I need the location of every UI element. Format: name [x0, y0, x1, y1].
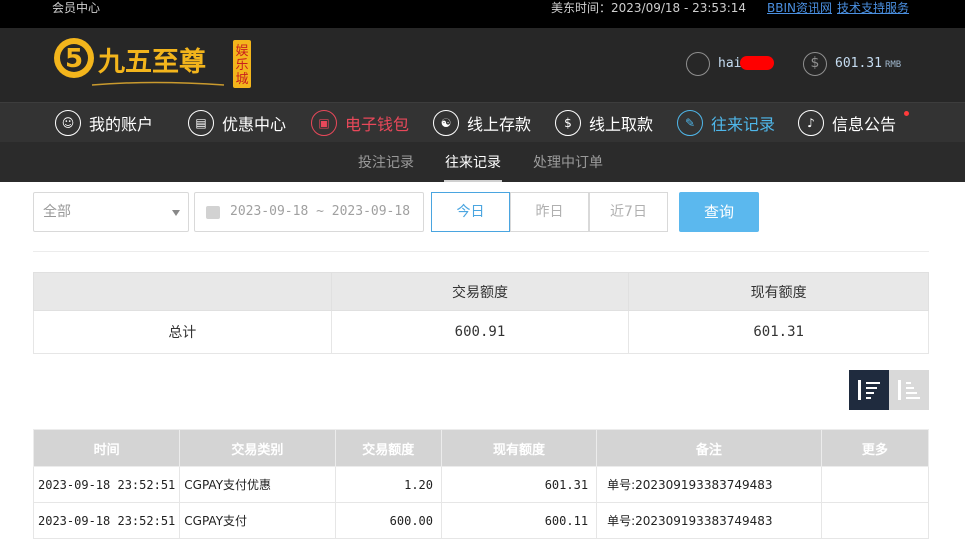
records-header-row: 时间 交易类别 交易额度 现有额度 备注 更多	[32, 429, 930, 467]
cell-balance: 600.11	[440, 502, 598, 539]
nav-promotions[interactable]: ▤ 优惠中心	[188, 103, 286, 143]
date-range-picker[interactable]: 2023-09-18 ~ 2023-09-18	[194, 192, 424, 232]
cell-type: CGPAY支付	[179, 502, 336, 539]
svg-text:城: 城	[235, 72, 248, 87]
cell-note: 单号:202309193383749483	[596, 502, 822, 539]
nav-transaction-records[interactable]: ✎ 往来记录	[677, 103, 775, 143]
cell-more[interactable]	[820, 502, 930, 539]
nav-my-account[interactable]: ☺ 我的账户	[55, 103, 153, 143]
summary-header: 现有额度	[628, 272, 929, 311]
table-row: 2023-09-18 23:52:51 CGPAY支付 600.00 600.1…	[32, 502, 930, 539]
svg-text:娱: 娱	[235, 44, 248, 59]
col-header-type: 交易类别	[179, 429, 336, 467]
username-redaction	[740, 56, 774, 70]
divider	[33, 251, 929, 252]
balance-amount: 601.31	[835, 56, 882, 71]
col-header-note: 备注	[596, 429, 822, 467]
summary-table: 交易额度 现有额度 总计 600.91 601.31	[33, 272, 929, 354]
summary-header-row: 交易额度 现有额度	[33, 272, 929, 311]
main-nav: ☺ 我的账户 ▤ 优惠中心 ▣ 电子钱包 ☯ 线上存款 $ 线上取款 ✎ 往来记…	[0, 102, 965, 142]
col-header-more: 更多	[820, 429, 930, 467]
notification-dot	[904, 111, 909, 116]
tab-bet-records[interactable]: 投注记录	[358, 152, 414, 172]
cell-amount: 600.00	[334, 502, 442, 539]
deposit-icon: ☯	[433, 110, 459, 136]
dollar-icon: $	[803, 52, 827, 76]
eastern-time: 美东时间：2023/09/18 - 23:53:14	[551, 1, 747, 15]
nav-online-withdraw[interactable]: $ 线上取款	[555, 103, 653, 143]
tab-pending-orders[interactable]: 处理中订单	[533, 152, 603, 172]
svg-text:5: 5	[65, 44, 83, 74]
nav-label: 优惠中心	[222, 115, 287, 134]
bbin-info-link[interactable]: BBIN资讯网	[767, 0, 832, 16]
nav-label: 往来记录	[711, 115, 776, 134]
summary-total-label: 总计	[33, 310, 332, 354]
tech-support-link[interactable]: 技术支持服务	[837, 0, 909, 16]
quick-last7-button[interactable]: 近7日	[589, 192, 668, 232]
user-icon	[686, 52, 710, 76]
date-end: 2023-09-18	[331, 204, 411, 219]
brand-logo[interactable]: 5 九五至尊 娱 乐 城	[52, 36, 252, 92]
type-select-value: 全部	[43, 204, 71, 220]
table-row: 2023-09-18 23:52:51 CGPAY支付优惠 1.20 601.3…	[32, 466, 930, 503]
summary-row: 总计 600.91 601.31	[33, 310, 929, 354]
balance-unit: RMB	[884, 60, 902, 70]
member-center-label: 会员中心	[52, 1, 101, 15]
top-bar: 会员中心 美东时间：2023/09/18 - 23:53:14 BBIN资讯网 …	[0, 0, 965, 28]
nav-e-wallet[interactable]: ▣ 电子钱包	[311, 103, 409, 143]
header: 5 九五至尊 娱 乐 城 hai $ 601.31 RMB	[0, 28, 965, 102]
date-start: 2023-09-18	[230, 204, 309, 219]
nav-label: 线上取款	[589, 115, 654, 134]
balance-display: 601.31 RMB	[835, 56, 901, 71]
type-select[interactable]: 全部	[33, 192, 189, 232]
tab-transaction-records[interactable]: 往来记录	[445, 152, 501, 172]
nav-label: 线上存款	[467, 115, 532, 134]
sort-desc-button[interactable]	[849, 370, 889, 410]
date-separator: ~	[316, 204, 324, 219]
summary-header	[33, 272, 332, 311]
active-tab-underline	[444, 180, 502, 182]
records-icon: ✎	[677, 110, 703, 136]
col-header-time: 时间	[32, 429, 181, 467]
sub-nav: 投注记录 往来记录 处理中订单	[0, 142, 965, 182]
calendar-icon	[206, 206, 220, 219]
cell-time: 2023-09-18 23:52:51	[32, 502, 181, 539]
user-icon: ☺	[55, 110, 81, 136]
cell-balance: 601.31	[440, 466, 598, 503]
summary-current-amount: 601.31	[628, 310, 929, 354]
summary-trade-amount: 600.91	[330, 310, 630, 354]
withdraw-icon: $	[555, 110, 581, 136]
cell-note: 单号:202309193383749483	[596, 466, 822, 503]
wallet-icon: ▣	[311, 110, 337, 136]
col-header-balance: 现有额度	[440, 429, 598, 467]
cell-type: CGPAY支付优惠	[179, 466, 336, 503]
username: hai	[718, 56, 742, 71]
brand-name: 九五至尊	[98, 47, 206, 78]
quick-yesterday-button[interactable]: 昨日	[510, 192, 589, 232]
gift-icon: ▤	[188, 110, 214, 136]
nav-label: 电子钱包	[345, 115, 410, 134]
records-table: 时间 交易类别 交易额度 现有额度 备注 更多 2023-09-18 23:52…	[32, 429, 930, 539]
nav-online-deposit[interactable]: ☯ 线上存款	[433, 103, 531, 143]
nav-announcements[interactable]: ♪ 信息公告	[798, 103, 896, 143]
date-range-text: 2023-09-18 ~ 2023-09-18	[230, 193, 410, 231]
cell-time: 2023-09-18 23:52:51	[32, 466, 181, 503]
cell-more[interactable]	[820, 466, 930, 503]
sort-desc-icon	[858, 380, 880, 400]
chevron-down-icon	[172, 210, 180, 216]
sort-asc-button[interactable]	[889, 370, 929, 410]
sort-asc-icon	[898, 380, 920, 400]
bell-icon: ♪	[798, 110, 824, 136]
query-button[interactable]: 查询	[679, 192, 759, 232]
cell-amount: 1.20	[334, 466, 442, 503]
summary-header: 交易额度	[330, 272, 630, 311]
nav-label: 信息公告	[832, 115, 897, 134]
quick-today-button[interactable]: 今日	[431, 192, 510, 232]
svg-text:乐: 乐	[235, 58, 248, 73]
nav-label: 我的账户	[89, 115, 154, 134]
col-header-amount: 交易额度	[334, 429, 442, 467]
